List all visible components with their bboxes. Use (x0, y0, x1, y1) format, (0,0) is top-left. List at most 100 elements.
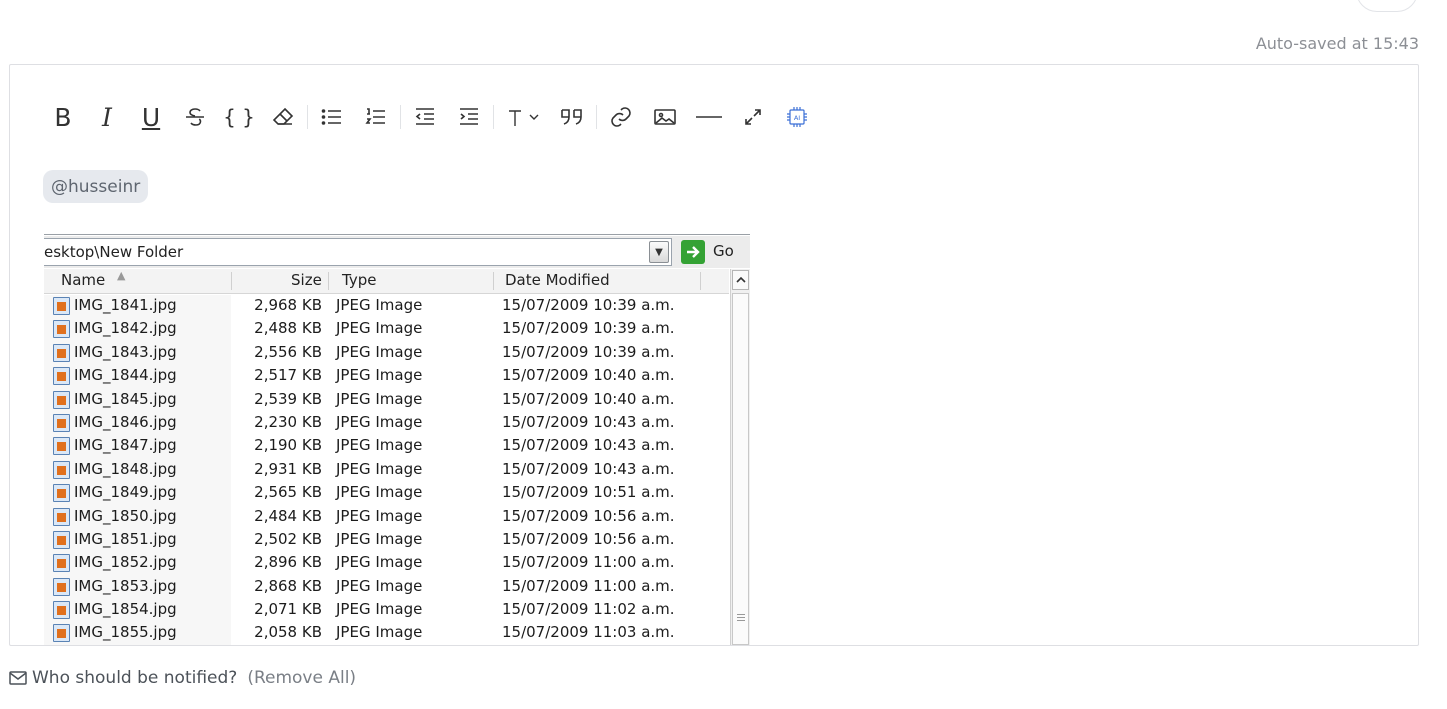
horizontal-rule-icon (696, 116, 722, 118)
bold-icon: B (54, 102, 72, 132)
strikethrough-button[interactable] (173, 100, 217, 134)
link-button[interactable] (599, 100, 643, 134)
file-type: JPEG Image (336, 529, 423, 548)
address-field: esktop\New Folder (44, 238, 672, 266)
file-size: 2,058 KB (254, 623, 322, 642)
quote-button[interactable] (550, 100, 594, 134)
address-bar: esktop\New Folder ▼ Go (44, 236, 750, 268)
file-date: 15/07/2009 10:40 a.m. (502, 389, 675, 408)
file-type: JPEG Image (336, 553, 423, 572)
text-style-icon (509, 110, 539, 126)
bold-button[interactable]: B (41, 100, 85, 134)
editor-toolbar: B I U { } AI (41, 100, 819, 134)
file-type: JPEG Image (336, 342, 423, 361)
file-type: JPEG Image (336, 412, 423, 431)
file-name: IMG_1854.jpg (74, 600, 177, 619)
horizontal-rule-button[interactable] (687, 100, 731, 134)
file-name: IMG_1844.jpg (74, 366, 177, 385)
underline-button[interactable]: U (129, 100, 173, 134)
file-type: JPEG Image (336, 459, 423, 478)
file-name: IMG_1842.jpg (74, 319, 177, 338)
file-name: IMG_1847.jpg (74, 436, 177, 455)
toolbar-divider (596, 105, 597, 129)
file-date: 15/07/2009 10:43 a.m. (502, 436, 675, 455)
text-style-button[interactable] (496, 100, 550, 134)
jpeg-file-icon (53, 530, 70, 549)
strikethrough-icon (186, 108, 204, 126)
file-date: 15/07/2009 10:39 a.m. (502, 319, 675, 338)
image-button[interactable] (643, 100, 687, 134)
notify-label: Who should be notified? (32, 668, 238, 688)
file-size: 2,517 KB (254, 366, 322, 385)
file-type: JPEG Image (336, 576, 423, 595)
table-row: IMG_1843.jpg 2,556 KB JPEG Image 15/07/2009… (44, 342, 729, 365)
notify-section: Who should be notified? (Remove All) (9, 668, 356, 688)
chevron-down-icon: ▼ (649, 241, 669, 263)
go-arrow-icon (681, 240, 705, 264)
outdent-icon (415, 108, 434, 125)
jpeg-file-icon (53, 343, 70, 362)
file-name: IMG_1851.jpg (74, 529, 177, 548)
table-row: IMG_1850.jpg 2,484 KB JPEG Image 15/07/2009… (44, 506, 729, 529)
outdent-button[interactable] (403, 100, 447, 134)
file-type: JPEG Image (336, 366, 423, 385)
column-name: Name (61, 271, 106, 289)
file-list: IMG_1841.jpg 2,968 KB JPEG Image 15/07/2009… (44, 295, 729, 645)
file-type: JPEG Image (336, 436, 423, 455)
toolbar-divider (493, 105, 494, 129)
file-name: IMG_1846.jpg (74, 412, 177, 431)
sort-up-icon: ▲ (117, 269, 126, 282)
indent-button[interactable] (447, 100, 491, 134)
ai-chip-icon: AI (787, 107, 807, 127)
file-type: JPEG Image (336, 389, 423, 408)
indent-icon (460, 108, 478, 125)
user-mention-chip[interactable]: @husseinr (43, 170, 149, 203)
column-date-modified: Date Modified (505, 271, 610, 289)
ai-button[interactable]: AI (775, 100, 819, 134)
table-row: IMG_1846.jpg 2,230 KB JPEG Image 15/07/2009… (44, 412, 729, 435)
embedded-screenshot: esktop\New Folder ▼ Go Name ▲ Size Type … (44, 234, 750, 645)
file-size: 2,896 KB (254, 553, 322, 572)
fullscreen-button[interactable] (731, 100, 775, 134)
code-button[interactable]: { } (217, 100, 261, 134)
autosave-status: Auto-saved at 15:43 (1255, 34, 1419, 53)
link-icon (611, 107, 631, 127)
file-name: IMG_1845.jpg (74, 389, 177, 408)
bullet-list-button[interactable] (310, 100, 354, 134)
column-header: Name ▲ Size Type Date Modified (44, 269, 729, 294)
column-type: Type (342, 271, 377, 289)
italic-button[interactable]: I (85, 100, 129, 134)
file-size: 2,502 KB (254, 529, 322, 548)
file-name: IMG_1841.jpg (74, 296, 177, 314)
clear-format-button[interactable] (261, 100, 305, 134)
bullet-list-icon (321, 109, 341, 125)
file-name: IMG_1843.jpg (74, 342, 177, 361)
jpeg-file-icon (53, 601, 70, 620)
column-size: Size (291, 271, 322, 289)
file-size: 2,071 KB (254, 600, 322, 619)
table-row: IMG_1845.jpg 2,539 KB JPEG Image 15/07/2009… (44, 389, 729, 412)
jpeg-file-icon (53, 320, 70, 339)
file-name: IMG_1848.jpg (74, 459, 177, 478)
rich-text-editor[interactable]: B I U { } AI @husseinr esktop\New Folder… (9, 64, 1419, 646)
file-type: JPEG Image (336, 506, 423, 525)
numbered-list-button[interactable] (354, 100, 398, 134)
jpeg-file-icon (53, 297, 70, 315)
table-row: IMG_1849.jpg 2,565 KB JPEG Image 15/07/2009… (44, 482, 729, 505)
top-right-button[interactable] (1356, 0, 1418, 12)
jpeg-file-icon (53, 437, 70, 456)
table-row: IMG_1847.jpg 2,190 KB JPEG Image 15/07/2009… (44, 435, 729, 458)
jpeg-file-icon (53, 577, 70, 596)
file-name: IMG_1855.jpg (74, 623, 177, 642)
file-type: JPEG Image (336, 319, 423, 338)
envelope-icon (9, 671, 27, 685)
go-label: Go (713, 242, 734, 260)
svg-text:AI: AI (794, 114, 800, 122)
file-name: IMG_1852.jpg (74, 553, 177, 572)
scrollbar (730, 269, 750, 645)
remove-all-link[interactable]: (Remove All) (247, 668, 356, 688)
table-row: IMG_1851.jpg 2,502 KB JPEG Image 15/07/2009… (44, 529, 729, 552)
table-row: IMG_1848.jpg 2,931 KB JPEG Image 15/07/2009… (44, 459, 729, 482)
file-date: 15/07/2009 10:39 a.m. (502, 296, 675, 314)
image-icon (654, 109, 676, 125)
